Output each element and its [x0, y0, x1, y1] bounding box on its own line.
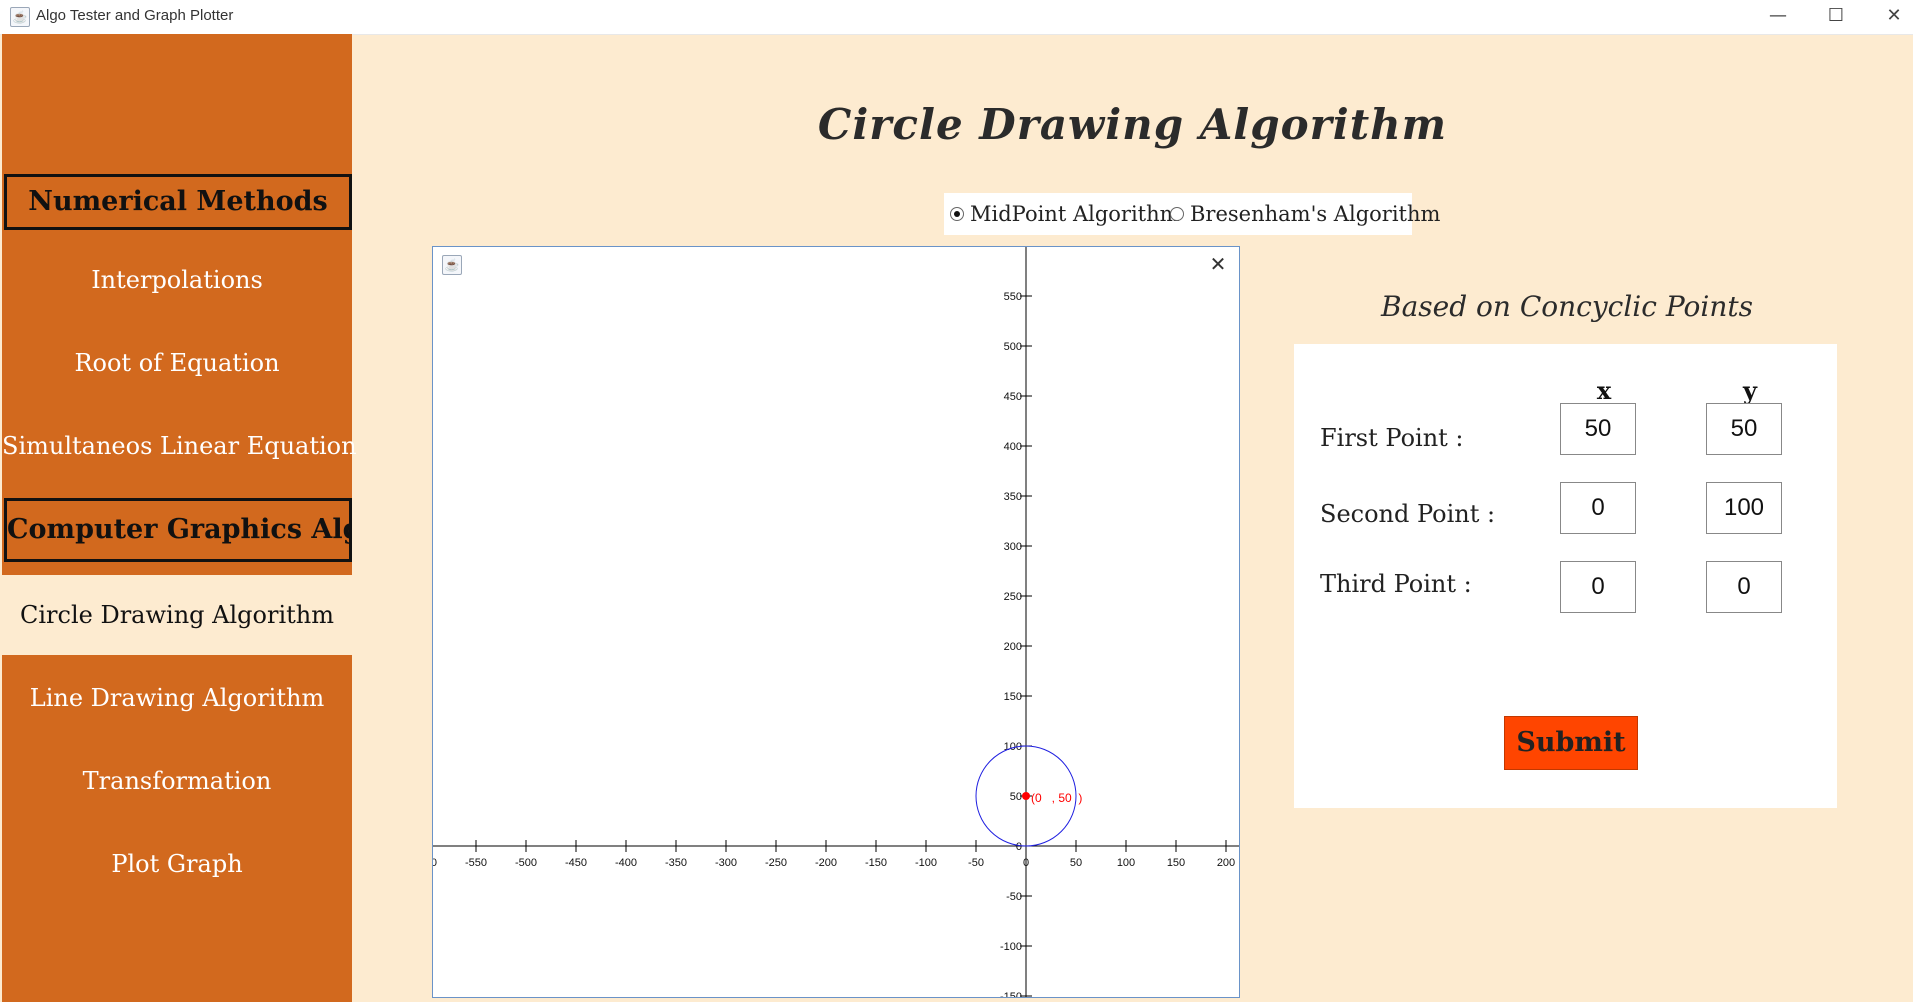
java-app-icon: ☕ — [10, 7, 30, 27]
first-point-y-input[interactable]: 50 — [1706, 403, 1782, 455]
page-title: Circle Drawing Algorithm — [817, 100, 1448, 149]
x-tick-label: 0 — [1023, 857, 1029, 869]
x-tick-label: -400 — [615, 857, 637, 869]
graph-canvas: -600-550-500-450-400-350-300-250-200-150… — [433, 247, 1239, 997]
x-tick-label: -550 — [465, 857, 487, 869]
x-tick-label: -300 — [715, 857, 737, 869]
plot-close-button[interactable]: ✕ — [1205, 251, 1231, 277]
x-tick-label: -200 — [815, 857, 837, 869]
third-point-y-input[interactable]: 0 — [1706, 561, 1782, 613]
first-point-x-input[interactable]: 50 — [1560, 403, 1636, 455]
first-point-label: First Point : — [1320, 424, 1464, 452]
x-tick-label: -500 — [515, 857, 537, 869]
x-tick-label: 100 — [1117, 857, 1135, 869]
y-tick-label: 550 — [1004, 291, 1022, 303]
column-header-x: x — [1596, 376, 1612, 405]
maximize-button[interactable]: ☐ — [1807, 0, 1865, 34]
x-tick-label: 150 — [1167, 857, 1185, 869]
x-tick-label: 50 — [1070, 857, 1082, 869]
y-tick-label: -50 — [1006, 891, 1022, 903]
sidebar: Numerical Methods Interpolations Root of… — [2, 34, 357, 1002]
panel-title: Based on Concyclic Points — [1381, 290, 1753, 323]
minimize-button[interactable]: — — [1749, 0, 1807, 34]
plot-window[interactable]: -600-550-500-450-400-350-300-250-200-150… — [432, 246, 1240, 998]
sidebar-item-simultaneous-linear-equation[interactable]: Simultaneos Linear Equation — [2, 406, 357, 486]
y-tick-label: 500 — [1004, 341, 1022, 353]
points-panel: x y First Point : 50 50 Second Point : 0… — [1294, 344, 1837, 808]
window-title-bar: ☕ Algo Tester and Graph Plotter — ☐ ✕ — [0, 0, 1913, 35]
circle-center-label: (0 , 50 ) — [1031, 791, 1082, 805]
radio-bresenham-label: Bresenham's Algorithm — [1190, 202, 1441, 226]
second-point-label: Second Point : — [1320, 500, 1496, 528]
sidebar-item-plot-graph[interactable]: Plot Graph — [2, 824, 352, 904]
y-tick-label: 450 — [1004, 391, 1022, 403]
circle-center-point — [1022, 792, 1030, 800]
second-point-x-input[interactable]: 0 — [1560, 482, 1636, 534]
x-tick-label: -250 — [765, 857, 787, 869]
sidebar-item-root-of-equation[interactable]: Root of Equation — [2, 323, 352, 403]
y-tick-label: -100 — [1000, 941, 1022, 953]
y-tick-label: 400 — [1004, 441, 1022, 453]
radio-midpoint-label: MidPoint Algorithm — [970, 202, 1180, 226]
y-tick-label: 200 — [1004, 641, 1022, 653]
column-header-y: y — [1743, 376, 1757, 405]
third-point-x-input[interactable]: 0 — [1560, 561, 1636, 613]
radio-bresenham[interactable]: Bresenham's Algorithm — [1170, 193, 1440, 235]
y-tick-label: 350 — [1004, 491, 1022, 503]
section-computer-graphics-algo[interactable]: Computer Graphics Algo — [4, 498, 352, 562]
algorithm-radio-group: MidPoint Algorithm Bresenham's Algorithm — [944, 193, 1440, 235]
x-tick-label: -350 — [665, 857, 687, 869]
x-tick-label: -100 — [915, 857, 937, 869]
x-tick-label: -600 — [433, 857, 437, 869]
y-tick-label: -150 — [1000, 991, 1022, 997]
x-tick-label: 200 — [1217, 857, 1235, 869]
radio-midpoint[interactable]: MidPoint Algorithm — [950, 193, 1180, 235]
section-numerical-methods[interactable]: Numerical Methods — [4, 174, 352, 230]
x-tick-label: -450 — [565, 857, 587, 869]
sidebar-item-interpolations[interactable]: Interpolations — [2, 240, 352, 320]
x-tick-label: -50 — [968, 857, 984, 869]
java-app-icon: ☕ — [442, 255, 462, 275]
y-tick-label: 50 — [1010, 791, 1022, 803]
y-tick-label: 100 — [1004, 741, 1022, 753]
radio-selected-icon — [950, 206, 964, 221]
sidebar-item-circle-drawing[interactable]: Circle Drawing Algorithm — [2, 575, 352, 655]
radio-unselected-icon — [1170, 206, 1184, 221]
y-tick-label: 0 — [1016, 841, 1022, 853]
sidebar-item-line-drawing[interactable]: Line Drawing Algorithm — [2, 658, 352, 738]
x-tick-label: -150 — [865, 857, 887, 869]
second-point-y-input[interactable]: 100 — [1706, 482, 1782, 534]
y-tick-label: 300 — [1004, 541, 1022, 553]
submit-button[interactable]: Submit — [1504, 716, 1638, 770]
y-tick-label: 150 — [1004, 691, 1022, 703]
close-button[interactable]: ✕ — [1865, 0, 1913, 34]
y-tick-label: 250 — [1004, 591, 1022, 603]
third-point-label: Third Point : — [1320, 570, 1472, 598]
window-title: Algo Tester and Graph Plotter — [36, 7, 234, 24]
sidebar-item-transformation[interactable]: Transformation — [2, 741, 352, 821]
